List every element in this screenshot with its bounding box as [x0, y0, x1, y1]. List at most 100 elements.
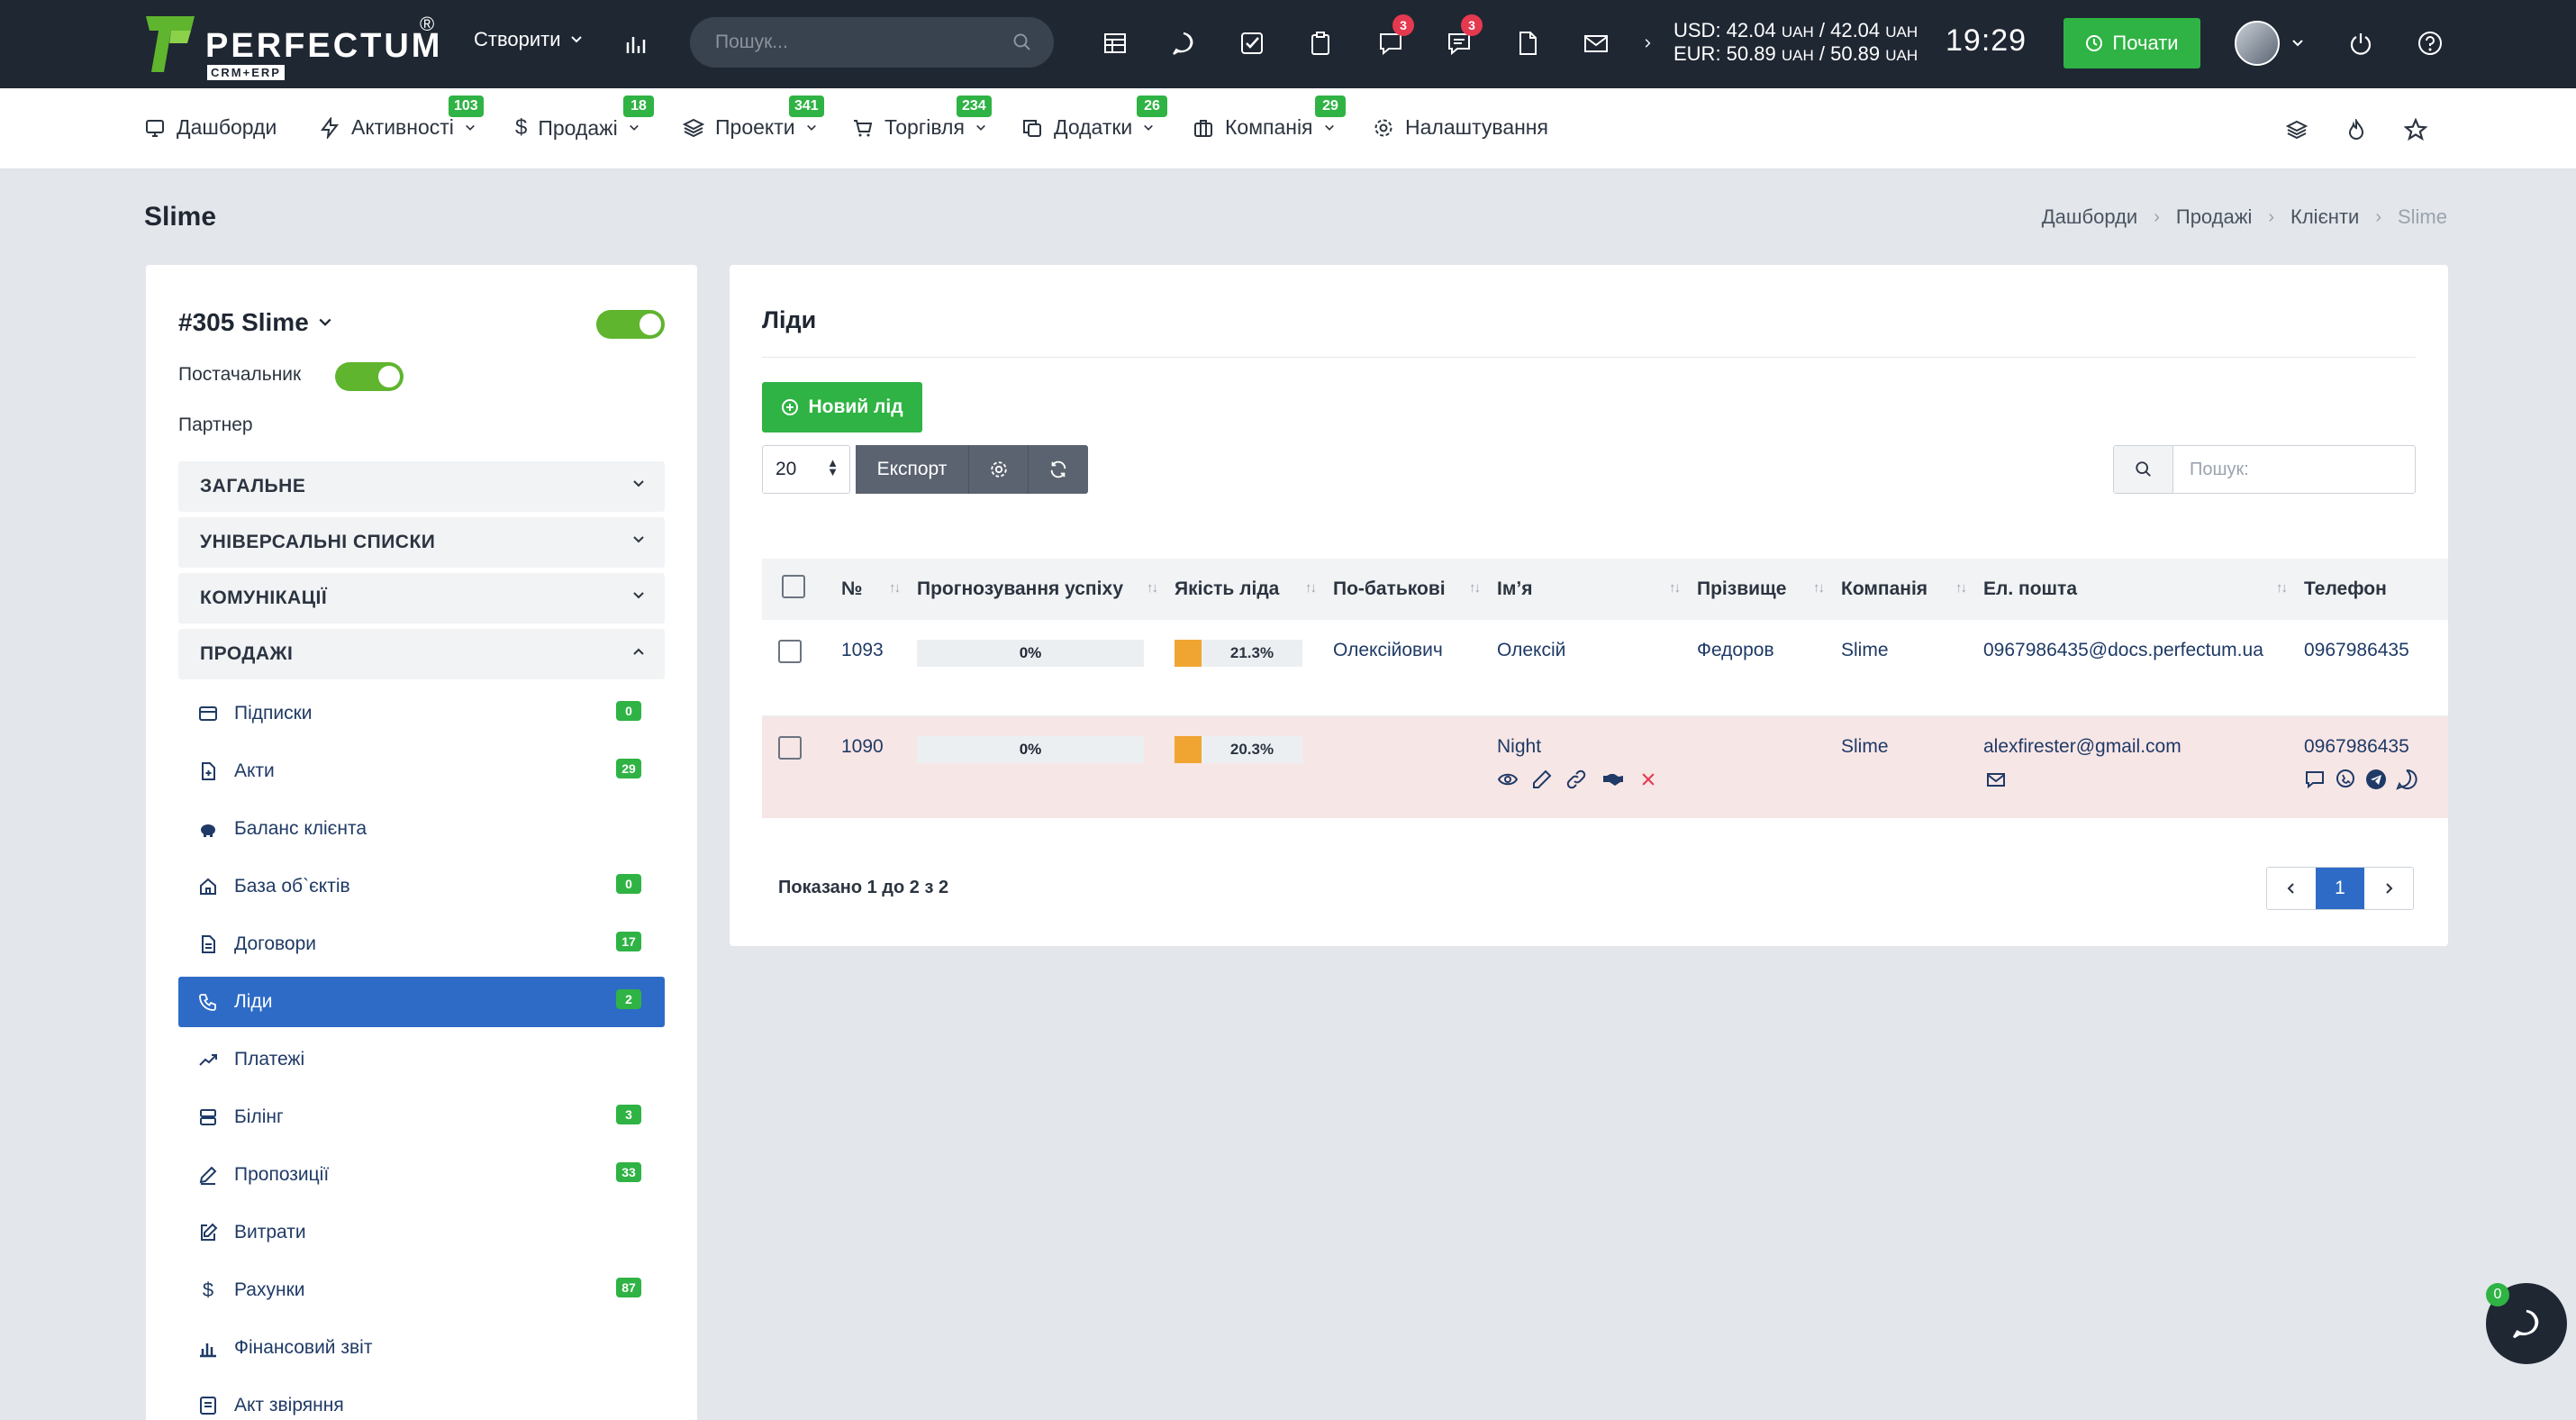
notifications-chat-icon[interactable]: 3 — [1373, 14, 1414, 61]
breadcrumb-item[interactable]: Дашборди — [2042, 205, 2137, 229]
close-icon[interactable] — [1639, 769, 1657, 790]
column-header[interactable]: Прогнозування успіху ↑↓ — [912, 559, 1169, 620]
help-icon[interactable] — [2412, 25, 2448, 61]
prev-page-button[interactable] — [2267, 868, 2316, 909]
email-link[interactable]: 0967986435@docs.perfectum.ua — [1983, 640, 2263, 660]
column-header[interactable]: Якість ліда ↑↓ — [1169, 559, 1328, 620]
column-header[interactable]: Прізвище ↑↓ — [1692, 559, 1836, 620]
table-settings-button[interactable] — [969, 445, 1029, 494]
viber-icon[interactable] — [2335, 769, 2356, 790]
create-dropdown[interactable]: Створити — [474, 28, 583, 51]
sms-icon[interactable] — [2304, 769, 2326, 790]
table-search[interactable] — [2113, 445, 2416, 494]
select-all-cell — [762, 559, 836, 620]
email-link[interactable]: alexfirester@gmail.com — [1983, 736, 2181, 757]
supplier-toggle[interactable] — [335, 362, 404, 391]
column-header[interactable]: Ел. пошта ↑↓ — [1978, 559, 2299, 620]
mail-icon[interactable] — [1578, 25, 1614, 61]
nav-sales[interactable]: $ Продажі 18 — [515, 96, 654, 141]
sales-item-subscriptions[interactable]: Підписки 0 — [178, 688, 665, 739]
breadcrumb-item[interactable]: Продажі — [2176, 205, 2252, 229]
flame-icon[interactable] — [2340, 114, 2372, 146]
row-checkbox[interactable] — [778, 640, 802, 663]
row-checkbox[interactable] — [778, 735, 802, 760]
user-avatar[interactable] — [2235, 21, 2280, 66]
phone-link[interactable]: 0967986435 — [2304, 640, 2409, 660]
global-search-input[interactable] — [715, 17, 1003, 68]
nav-activities[interactable]: Активності 103 — [319, 96, 484, 140]
company-link[interactable]: Slime — [1841, 640, 1889, 660]
nav-trade[interactable]: Торгівля 234 — [852, 96, 992, 140]
refresh-button[interactable] — [1029, 445, 1088, 494]
select-all-checkbox[interactable] — [782, 575, 805, 598]
stats-icon[interactable] — [618, 25, 654, 61]
sales-item-expenses[interactable]: Витрати — [178, 1207, 665, 1258]
chevron-right-icon[interactable] — [1639, 25, 1657, 61]
sales-item-financial-report[interactable]: Фінансовий звіт — [178, 1323, 665, 1373]
first-name-link[interactable]: Night — [1497, 736, 1541, 757]
telegram-icon[interactable] — [2365, 769, 2387, 790]
sales-item-billing[interactable]: Білінг 3 — [178, 1092, 665, 1142]
phone-link[interactable]: 0967986435 — [2304, 736, 2409, 757]
sales-item-payments[interactable]: Платежі — [178, 1034, 665, 1085]
power-icon[interactable] — [2343, 25, 2379, 61]
sales-item-client-balance[interactable]: Баланс клієнта — [178, 804, 665, 854]
client-title-dropdown[interactable]: #305 Slime — [178, 308, 332, 337]
document-icon[interactable] — [1510, 25, 1546, 61]
nav-projects[interactable]: Проекти 341 — [683, 96, 824, 140]
sales-item-objects[interactable]: База об`єктів 0 — [178, 861, 665, 912]
sales-item-reconciliation[interactable]: Акт звіряння — [178, 1380, 665, 1420]
mail-icon[interactable] — [1985, 769, 2007, 790]
nav-settings[interactable]: Налаштування — [1373, 115, 1548, 140]
sales-item-contracts[interactable]: Договори 17 — [178, 919, 665, 969]
last-name-link[interactable]: Федоров — [1697, 640, 1774, 660]
chat-bubble-icon[interactable] — [1166, 25, 1202, 61]
eye-icon[interactable] — [1497, 769, 1519, 790]
nav-company[interactable]: Компанія 29 — [1193, 96, 1346, 140]
start-timer-button[interactable]: Почати — [2064, 18, 2200, 68]
task-check-icon[interactable] — [1234, 25, 1270, 61]
page-button[interactable]: 1 — [2316, 868, 2364, 909]
table-row[interactable]: 1090 0% 20.3% Night Slime alexfirester@g… — [762, 715, 2448, 818]
sales-item-proposals[interactable]: Пропозиції 33 — [178, 1150, 665, 1200]
next-page-button[interactable] — [2364, 868, 2413, 909]
star-icon[interactable] — [2399, 114, 2432, 146]
sales-item-invoices[interactable]: $ Рахунки 87 — [178, 1265, 665, 1315]
messages-icon[interactable]: 3 — [1441, 14, 1483, 61]
section-communications[interactable]: КОМУНІКАЦІЇ — [178, 573, 665, 624]
layers-icon[interactable] — [2281, 114, 2313, 146]
section-general[interactable]: ЗАГАЛЬНЕ — [178, 461, 665, 512]
clipboard-icon[interactable] — [1302, 25, 1338, 61]
sales-item-leads[interactable]: Ліди 2 — [178, 977, 665, 1027]
pencil-icon[interactable] — [1531, 769, 1553, 790]
nav-addons[interactable]: Додатки 26 — [1021, 96, 1167, 140]
column-header[interactable]: По-батькові ↑↓ — [1328, 559, 1492, 620]
first-name-link[interactable]: Олексій — [1497, 640, 1565, 660]
table-search-input[interactable] — [2173, 446, 2408, 493]
sales-item-acts[interactable]: Акти 29 — [178, 746, 665, 796]
calendar-table-icon[interactable] — [1097, 25, 1133, 61]
column-header[interactable]: Телефон — [2299, 559, 2448, 620]
global-search[interactable] — [690, 17, 1054, 68]
section-sales[interactable]: ПРОДАЖІ — [178, 629, 665, 679]
client-active-toggle[interactable] — [596, 310, 665, 339]
column-header[interactable]: № ↑↓ — [836, 559, 912, 620]
column-header[interactable]: Компанія ↑↓ — [1836, 559, 1978, 620]
company-link[interactable]: Slime — [1841, 736, 1889, 757]
table-row[interactable]: 1093 0% 21.3% Олексійович Олексій Федоро… — [762, 620, 2448, 716]
lead-id-link[interactable]: 1093 — [841, 640, 884, 660]
nav-dashboards[interactable]: Дашборди — [144, 115, 277, 140]
chevron-down-icon[interactable] — [2284, 25, 2311, 61]
whatsapp-icon[interactable] — [2396, 769, 2417, 790]
handshake-icon[interactable] — [1600, 769, 1627, 790]
section-universal-lists[interactable]: УНІВЕРСАЛЬНІ СПИСКИ — [178, 517, 665, 568]
export-button[interactable]: Експорт — [856, 445, 969, 494]
column-header[interactable]: Імʼя ↑↓ — [1492, 559, 1692, 620]
new-lead-button[interactable]: Новий лід — [762, 382, 922, 432]
link-icon[interactable] — [1565, 769, 1587, 790]
lead-id-link[interactable]: 1090 — [841, 736, 884, 757]
support-chat-button[interactable]: 0 — [2486, 1283, 2567, 1364]
patronymic-link[interactable]: Олексійович — [1333, 640, 1443, 660]
page-size-select[interactable]: 20 ▲ ▼ — [762, 445, 850, 494]
breadcrumb-item[interactable]: Клієнти — [2290, 205, 2359, 229]
